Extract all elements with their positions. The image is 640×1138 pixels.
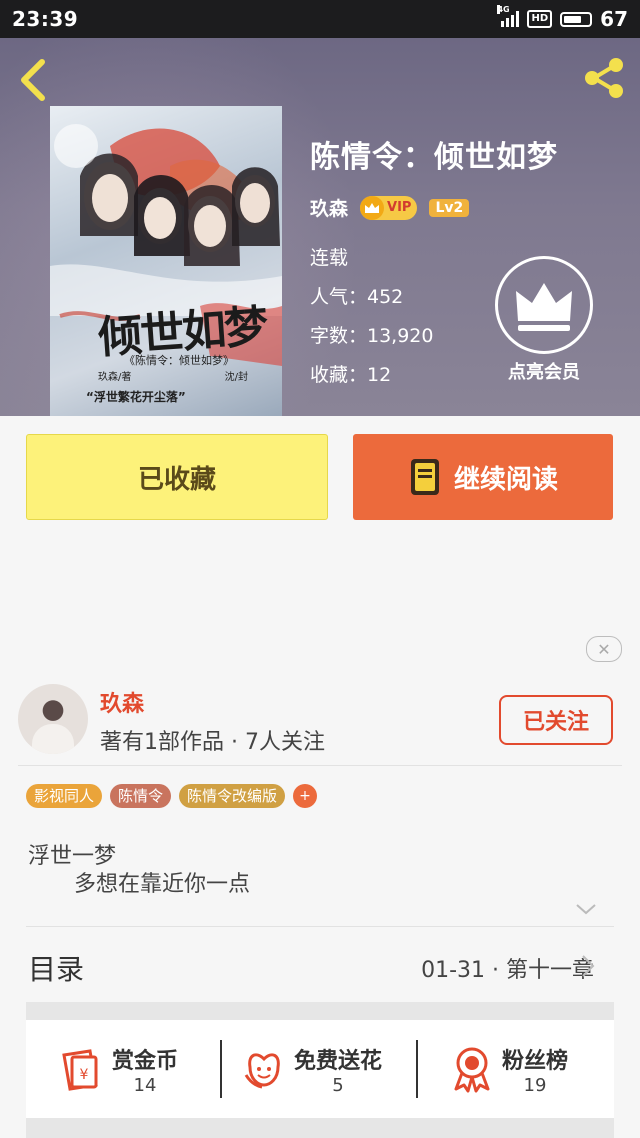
vip-label: VIP <box>387 200 412 215</box>
continue-reading-label: 继续阅读 <box>453 464 558 495</box>
cover-credit-right: 沈/封 <box>224 372 248 383</box>
add-tag-button[interactable]: + <box>293 784 318 808</box>
divider <box>26 926 614 927</box>
tag-chip[interactable]: 陈情令 <box>110 784 172 808</box>
chevron-right-icon[interactable] <box>578 952 598 980</box>
vip-badge: VIP <box>360 195 418 220</box>
red-envelope-icon: ¥ <box>62 1049 98 1091</box>
back-arrow-icon <box>21 59 45 101</box>
author-avatar[interactable] <box>18 684 88 754</box>
badge-icon <box>454 1047 490 1093</box>
reward-coins-count: 14 <box>133 1074 157 1096</box>
svg-text:¥: ¥ <box>80 1067 89 1083</box>
reader-actions-bar: ¥ 赏金币 14 免费送花 5 粉丝榜 19 <box>26 1020 614 1118</box>
member-label: 点亮会员 <box>508 362 580 383</box>
free-flower-label: 免费送花 <box>294 1048 383 1074</box>
crown-icon <box>516 283 572 331</box>
network-type: 4G <box>497 5 510 14</box>
favorited-button[interactable]: 已收藏 <box>26 434 328 520</box>
signal-icon: 4G <box>497 5 520 27</box>
cover-subtitle: 《陈情令：倾世如梦》 <box>124 354 234 367</box>
latest-chapter[interactable]: 01-31 · 第十一章 <box>421 952 594 984</box>
close-icon[interactable]: ✕ <box>586 636 622 662</box>
book-icon <box>410 459 439 495</box>
divider <box>18 765 622 766</box>
expand-intro-button[interactable] <box>574 898 598 920</box>
activate-member-button[interactable]: 点亮会员 <box>492 256 596 384</box>
fan-ranking-label: 粉丝榜 <box>502 1048 569 1074</box>
intro-line-2: 多想在靠近你一点 <box>74 872 251 897</box>
tag-list: 影视同人 陈情令 陈情令改编版 + <box>26 784 318 808</box>
tag-chip[interactable]: 影视同人 <box>26 784 103 808</box>
book-author[interactable]: 玖森 <box>310 194 348 221</box>
book-cover[interactable]: 倾世如梦 《陈情令：倾世如梦》 玖森/著 沈/封 “浮世繁花开尘落” <box>50 106 282 416</box>
flower-icon <box>244 1053 280 1089</box>
cover-quote: “浮世繁花开尘落” <box>86 390 186 404</box>
level-badge: Lv2 <box>429 198 470 217</box>
free-flower-count: 5 <box>332 1074 344 1096</box>
share-icon <box>585 58 623 98</box>
tag-chip[interactable]: 陈情令改编版 <box>179 784 286 808</box>
battery-icon <box>560 11 593 27</box>
author-row: 玖森 VIP Lv2 <box>310 194 558 221</box>
hd-icon: HD <box>527 10 553 28</box>
free-flower-button[interactable]: 免费送花 5 <box>242 1036 382 1102</box>
cover-credit-left: 玖森/著 <box>98 372 132 383</box>
divider <box>416 1040 418 1098</box>
following-button[interactable]: 已关注 <box>499 695 613 745</box>
reward-coins-button[interactable]: ¥ 赏金币 14 <box>56 1036 178 1102</box>
crown-icon <box>360 195 385 220</box>
share-button[interactable] <box>580 54 628 102</box>
author-description: 著有1部作品 · 7人关注 <box>100 730 325 755</box>
battery-level: 67 <box>600 7 628 31</box>
reward-coins-label: 赏金币 <box>112 1048 179 1074</box>
author-name[interactable]: 玖森 <box>100 686 144 718</box>
status-time: 23:39 <box>12 7 79 31</box>
section-separator <box>26 1002 614 1020</box>
fan-ranking-count: 19 <box>523 1074 547 1096</box>
book-title: 陈情令：倾世如梦 <box>310 140 558 175</box>
book-header: 倾世如梦 《陈情令：倾世如梦》 玖森/著 沈/封 “浮世繁花开尘落” 陈情令：倾… <box>0 38 640 416</box>
chevron-down-icon <box>576 904 596 915</box>
member-crown-circle <box>495 256 593 354</box>
fan-ranking-button[interactable]: 粉丝榜 19 <box>450 1036 568 1102</box>
table-of-contents-link[interactable]: 目录 <box>28 948 84 988</box>
status-icons: 4G HD 67 <box>497 5 628 31</box>
divider <box>220 1040 222 1098</box>
status-bar: 23:39 4G HD 67 <box>0 0 640 38</box>
back-button[interactable] <box>14 56 54 104</box>
continue-reading-button[interactable]: 继续阅读 <box>353 434 613 520</box>
cover-credits: 玖森/著 沈/封 <box>98 368 248 383</box>
section-separator <box>26 1118 614 1138</box>
